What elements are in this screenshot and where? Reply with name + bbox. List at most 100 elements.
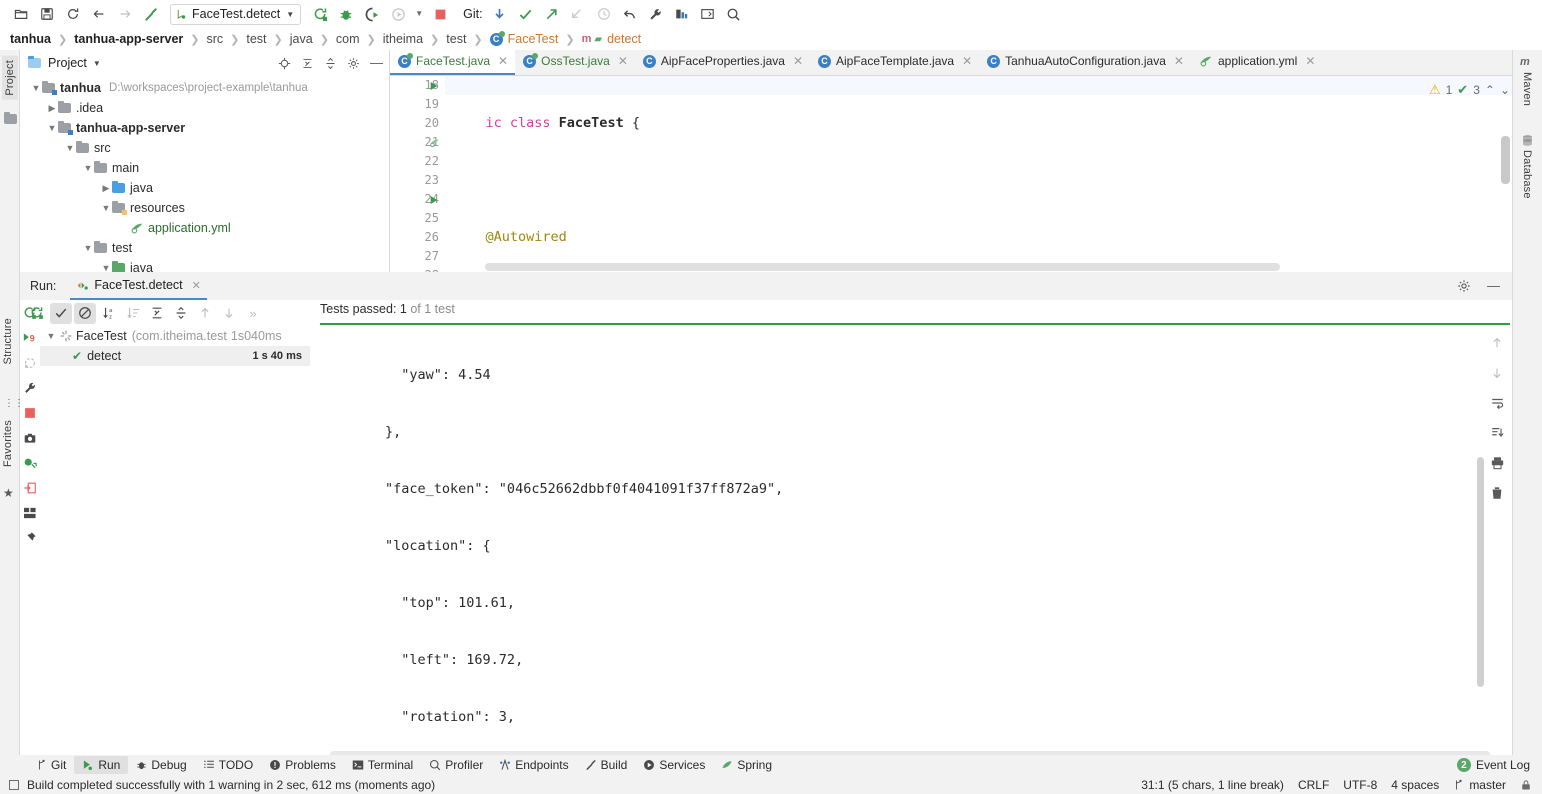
print-icon[interactable] bbox=[1490, 456, 1505, 470]
bottom-item-build[interactable]: Build bbox=[577, 756, 636, 774]
chevron-down-icon[interactable]: ▼ bbox=[82, 243, 94, 253]
caret-position[interactable]: 31:1 (5 chars, 1 line break) bbox=[1141, 778, 1284, 792]
tree-item-src[interactable]: ▼ src bbox=[20, 138, 389, 158]
editor-code-area[interactable]: ic class FaceTest { @Autowired public Ai… bbox=[445, 76, 1512, 272]
sort-alphabetically-icon[interactable]: az bbox=[98, 303, 120, 324]
profile-dropdown-icon[interactable]: ▼ bbox=[411, 2, 427, 26]
editor-horizontal-scrollbar[interactable] bbox=[485, 263, 1280, 271]
status-message[interactable]: Build completed successfully with 1 warn… bbox=[27, 778, 435, 792]
rerun-failed-tests-icon[interactable]: 9 bbox=[21, 329, 39, 347]
bottom-item-terminal[interactable]: Terminal bbox=[344, 756, 421, 774]
close-icon[interactable]: ✕ bbox=[498, 54, 508, 68]
chevron-down-icon[interactable]: ▼ bbox=[64, 143, 76, 153]
back-arrow-icon[interactable] bbox=[86, 2, 112, 26]
tab-facetest-java[interactable]: C FaceTest.java ✕ bbox=[390, 49, 516, 75]
hide-panel-icon[interactable]: — bbox=[370, 56, 383, 69]
tree-item-resources[interactable]: ▼ resources bbox=[20, 198, 389, 218]
undo-icon[interactable] bbox=[617, 2, 643, 26]
run-gutter-icon[interactable] bbox=[427, 76, 441, 95]
bottom-item-endpoints[interactable]: Endpoints bbox=[491, 756, 576, 774]
breadcrumb-item-7[interactable]: test bbox=[446, 32, 466, 46]
indent-setting[interactable]: 4 spaces bbox=[1391, 778, 1439, 792]
file-encoding[interactable]: UTF-8 bbox=[1343, 778, 1377, 792]
breadcrumb-item-1[interactable]: tanhua-app-server bbox=[74, 32, 183, 46]
scroll-to-end-icon[interactable] bbox=[1490, 426, 1505, 440]
bottom-item-spring[interactable]: Spring bbox=[713, 756, 780, 774]
tab-application-yml[interactable]: application.yml ✕ bbox=[1191, 49, 1322, 75]
breadcrumb-item-6[interactable]: itheima bbox=[383, 32, 423, 46]
breadcrumb-item-2[interactable]: src bbox=[206, 32, 223, 46]
hide-panel-icon[interactable]: — bbox=[1487, 279, 1500, 292]
sidebar-item-maven[interactable]: Maven bbox=[1521, 72, 1533, 106]
screenshot-icon[interactable] bbox=[21, 429, 39, 447]
chevron-down-icon[interactable]: ▼ bbox=[93, 59, 101, 68]
line-separator[interactable]: CRLF bbox=[1298, 778, 1329, 792]
inspection-widget[interactable]: ⚠ 1 ✔ 3 ⌃ ⌄ bbox=[1429, 82, 1510, 98]
event-log-button[interactable]: 2 Event Log bbox=[1456, 758, 1542, 772]
tab-aipfaceproperties-java[interactable]: C AipFaceProperties.java ✕ bbox=[635, 49, 810, 75]
breadcrumb-item-8[interactable]: FaceTest bbox=[508, 32, 559, 46]
sidebar-item-structure[interactable]: Structure bbox=[2, 318, 14, 364]
collapse-all-icon[interactable] bbox=[324, 57, 337, 70]
bottom-item-todo[interactable]: TODO bbox=[195, 756, 261, 774]
layout-settings-icon[interactable] bbox=[21, 504, 39, 522]
git-push-icon[interactable] bbox=[539, 2, 565, 26]
git-update-icon[interactable] bbox=[487, 2, 513, 26]
prev-test-icon[interactable] bbox=[194, 303, 216, 324]
run-button[interactable] bbox=[307, 2, 333, 26]
console-output[interactable]: "yaw": 4.54 }, "face_token": "046c52662d… bbox=[320, 328, 1510, 732]
scroll-down-icon[interactable] bbox=[1490, 366, 1504, 380]
expand-all-icon[interactable] bbox=[146, 303, 168, 324]
toggle-auto-test-icon[interactable] bbox=[21, 354, 39, 372]
bottom-item-profiler[interactable]: Profiler bbox=[421, 756, 491, 774]
debug-button[interactable] bbox=[333, 2, 359, 26]
chevron-down-icon[interactable]: ▼ bbox=[100, 203, 112, 213]
git-commit-icon[interactable] bbox=[513, 2, 539, 26]
close-icon[interactable]: ✕ bbox=[1174, 54, 1184, 68]
close-icon[interactable]: ✕ bbox=[618, 54, 628, 68]
show-passed-tests-icon[interactable] bbox=[50, 302, 72, 324]
locate-icon[interactable] bbox=[278, 57, 291, 70]
run-configuration-selector[interactable]: FaceTest.detect ▼ bbox=[170, 3, 302, 25]
clear-all-icon[interactable] bbox=[1490, 486, 1504, 500]
chevron-down-icon[interactable]: ▼ bbox=[46, 123, 58, 133]
close-icon[interactable]: ✕ bbox=[962, 54, 972, 68]
build-hammer-icon[interactable] bbox=[138, 2, 164, 26]
rerun-icon[interactable] bbox=[26, 303, 48, 324]
chevron-right-icon[interactable]: ▶ bbox=[46, 103, 58, 114]
console-vertical-scrollbar[interactable] bbox=[1477, 457, 1484, 687]
stop-icon[interactable] bbox=[21, 404, 39, 422]
tab-tanhuaautoconfiguration-java[interactable]: C TanhuaAutoConfiguration.java ✕ bbox=[979, 49, 1191, 75]
tree-item-tanhua-app-server[interactable]: ▼ tanhua-app-server bbox=[20, 118, 389, 138]
lock-icon[interactable] bbox=[1520, 779, 1532, 791]
profiler-icon[interactable] bbox=[21, 454, 39, 472]
chevron-down-icon[interactable]: ▼ bbox=[82, 163, 94, 173]
close-icon[interactable]: ✕ bbox=[793, 54, 803, 68]
gear-icon[interactable] bbox=[347, 57, 360, 70]
chevron-up-icon[interactable]: ⌃ bbox=[1485, 83, 1495, 97]
tree-item-tanhua[interactable]: ▼ tanhua D:\workspaces\project-example\t… bbox=[20, 78, 389, 98]
close-icon[interactable]: ✕ bbox=[1305, 54, 1315, 68]
settings-wrench-icon[interactable] bbox=[21, 379, 39, 397]
chevron-down-icon[interactable]: ▼ bbox=[30, 83, 42, 93]
bottom-item-git[interactable]: Git bbox=[28, 756, 74, 774]
editor-gutter[interactable]: 18 19 20 21 22 23 24 25 26 27 28 bbox=[390, 76, 445, 272]
pin-icon[interactable] bbox=[21, 529, 39, 547]
more-options-icon[interactable]: » bbox=[242, 303, 264, 324]
code-editor[interactable]: 18 19 20 21 22 23 24 25 26 27 28 ic clas… bbox=[390, 76, 1512, 272]
breadcrumb-item-9[interactable]: detect bbox=[607, 32, 641, 46]
tree-item-application-yml[interactable]: application.yml bbox=[20, 218, 389, 238]
breadcrumb-item-4[interactable]: java bbox=[290, 32, 313, 46]
editor-vertical-scrollbar[interactable] bbox=[1501, 136, 1510, 184]
stop-button[interactable] bbox=[427, 2, 453, 26]
sidebar-item-database[interactable]: Database bbox=[1521, 150, 1533, 199]
sync-icon[interactable] bbox=[60, 2, 86, 26]
run-tab-facetest-detect[interactable]: FaceTest.detect ✕ bbox=[70, 273, 207, 300]
collapse-all-icon[interactable] bbox=[170, 303, 192, 324]
bottom-item-services[interactable]: Services bbox=[635, 756, 713, 774]
sidebar-item-project[interactable]: Project bbox=[2, 56, 18, 100]
chevron-down-icon[interactable]: ▼ bbox=[286, 10, 294, 19]
test-tree-row-detect[interactable]: ✔ detect 1 s 40 ms bbox=[40, 346, 310, 366]
chevron-down-icon[interactable]: ▼ bbox=[44, 331, 58, 341]
soft-wrap-icon[interactable] bbox=[1490, 396, 1505, 410]
